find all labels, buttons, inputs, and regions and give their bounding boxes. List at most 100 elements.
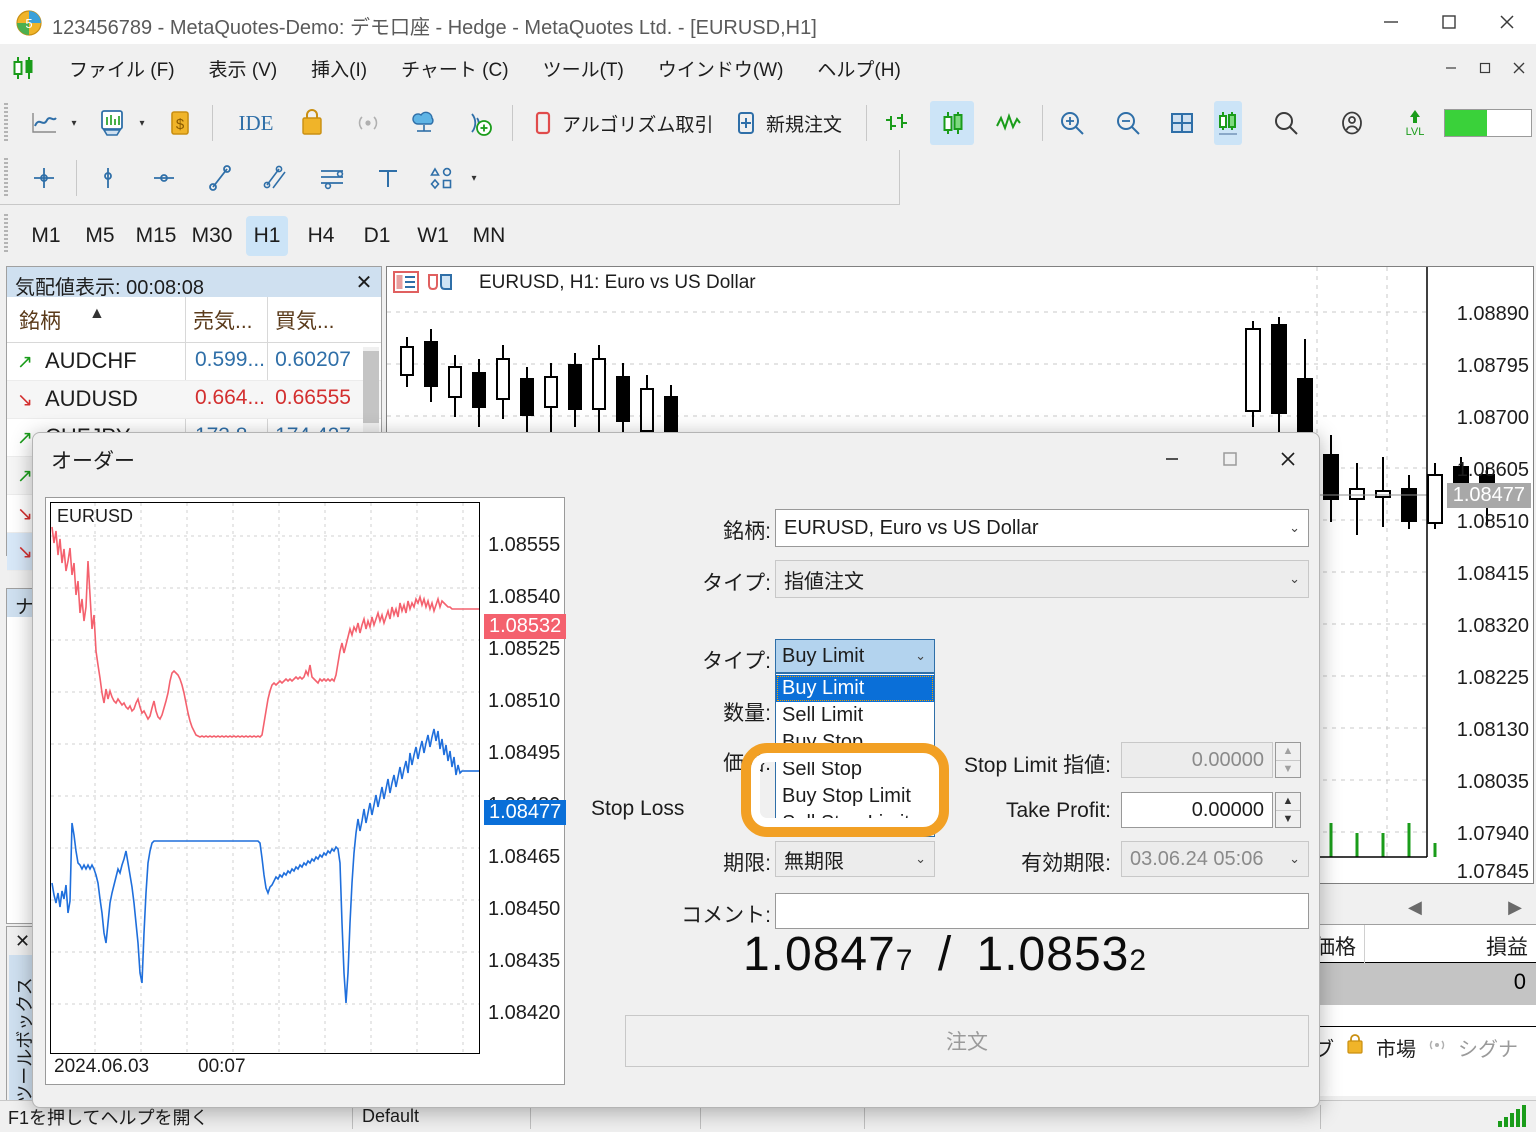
candlestick-chart-icon[interactable]: [930, 101, 974, 145]
tick-chart-canvas[interactable]: EURUSD: [50, 502, 480, 1054]
tick-price-tick: 1.08540: [488, 586, 561, 608]
toolbar-grip[interactable]: [4, 103, 8, 141]
level-indicator-icon[interactable]: LVL: [1392, 101, 1438, 145]
signals-broadcast-icon[interactable]: [346, 101, 390, 145]
vertical-line-icon[interactable]: [86, 156, 130, 200]
drawing-toolbar-grip[interactable]: [4, 158, 8, 196]
type-option-buy-limit[interactable]: Buy Limit: [776, 675, 934, 702]
ordertype-select[interactable]: 指値注文 ⌄: [775, 560, 1309, 598]
order-dialog[interactable]: オーダー EURUSD 1.08555 1.08540 1.08532 1.08…: [32, 432, 1320, 1108]
menu-help[interactable]: ヘルプ(H): [800, 51, 917, 86]
terminal-row[interactable]: 0: [1308, 963, 1536, 1005]
terminal-column-price[interactable]: 価格: [1314, 931, 1356, 961]
order-dialog-minimize-button[interactable]: [1143, 433, 1201, 485]
timeframe-mn[interactable]: MN: [466, 216, 512, 256]
timeframe-h1[interactable]: H1: [246, 216, 288, 256]
takeprofit-input[interactable]: 0.00000: [1121, 792, 1273, 828]
comment-input[interactable]: [775, 893, 1309, 929]
data-window-icon[interactable]: [393, 270, 419, 298]
algo-trading-button[interactable]: アルゴリズム取引: [524, 101, 721, 145]
scroll-left-icon[interactable]: ◀: [1408, 897, 1422, 918]
menu-tools[interactable]: ツール(T): [526, 51, 641, 86]
timeframe-m15[interactable]: M15: [130, 216, 182, 256]
timeframe-w1[interactable]: W1: [412, 216, 454, 256]
line-chart-icon[interactable]: [22, 101, 66, 145]
mdi-close-button[interactable]: [1502, 44, 1536, 92]
terminal-column-profit[interactable]: 損益: [1486, 931, 1528, 961]
menu-file[interactable]: ファイル (F): [52, 51, 192, 86]
type-option-sell-limit[interactable]: Sell Limit: [776, 702, 934, 729]
mdi-restore-button[interactable]: [1468, 44, 1502, 92]
type-select[interactable]: Buy Limit ⌄: [775, 639, 935, 673]
chart-template-icon[interactable]: [90, 101, 134, 145]
menu-chart[interactable]: チャート (C): [384, 51, 525, 86]
column-bid[interactable]: 売気...: [193, 305, 253, 335]
line-chart-mode-icon[interactable]: [986, 101, 1030, 145]
account-icon[interactable]: [1330, 101, 1374, 145]
timeframe-d1[interactable]: D1: [356, 216, 398, 256]
symbol-select[interactable]: EURUSD, Euro vs US Dollar ⌄: [775, 509, 1309, 547]
market-watch-close-button[interactable]: ✕: [353, 270, 375, 295]
currency-dollar-icon[interactable]: $: [158, 101, 202, 145]
equidistant-channel-icon[interactable]: [254, 156, 298, 200]
shapes-dropdown-caret[interactable]: ▾: [466, 170, 482, 186]
tick-chart-panel[interactable]: EURUSD 1.08555 1.08540 1.08532 1.08525 1…: [45, 497, 567, 1085]
stoplimit-stepper[interactable]: ▲ ▼: [1275, 742, 1301, 778]
stepper-down-icon[interactable]: ▼: [1276, 811, 1300, 828]
toolbox-close-button[interactable]: ✕: [15, 931, 30, 952]
window-close-button[interactable]: [1478, 0, 1536, 44]
stepper-up-icon[interactable]: ▲: [1276, 743, 1300, 761]
market-bag-icon[interactable]: [290, 101, 334, 145]
timeframe-h4[interactable]: H4: [300, 216, 342, 256]
window-maximize-button[interactable]: [1420, 0, 1478, 44]
trendline-icon[interactable]: [198, 156, 242, 200]
menu-window[interactable]: ウインドウ(W): [641, 51, 801, 86]
one-click-trading-icon[interactable]: [427, 271, 455, 298]
timeframe-grip[interactable]: [4, 214, 8, 252]
zoom-out-icon[interactable]: [1106, 101, 1150, 145]
timeframe-m1[interactable]: M1: [24, 216, 68, 256]
window-minimize-button[interactable]: [1362, 0, 1420, 44]
stepper-up-icon[interactable]: ▲: [1276, 793, 1300, 811]
order-dialog-maximize-button[interactable]: [1201, 433, 1259, 485]
column-symbol[interactable]: 銘柄: [19, 305, 61, 335]
chart-horizontal-scrollbar[interactable]: ◀ ▶: [1400, 890, 1530, 924]
column-ask[interactable]: 買気...: [275, 305, 335, 335]
scroll-right-icon[interactable]: ▶: [1508, 897, 1522, 918]
takeprofit-stepper[interactable]: ▲ ▼: [1275, 792, 1301, 828]
crosshair-icon[interactable]: [22, 156, 66, 200]
submit-order-button[interactable]: 注文: [625, 1015, 1309, 1067]
chart-price-axis[interactable]: 1.08890 1.08795 1.08700 1.08605 1.08510 …: [1429, 267, 1533, 883]
chart-template-dropdown-caret[interactable]: ▾: [134, 115, 150, 131]
order-dialog-close-button[interactable]: [1259, 433, 1317, 485]
mdi-minimize-button[interactable]: [1434, 44, 1468, 92]
zoom-in-icon[interactable]: [1050, 101, 1094, 145]
ide-button[interactable]: IDE: [228, 101, 284, 145]
horizontal-line-icon[interactable]: [142, 156, 186, 200]
timeframe-m5[interactable]: M5: [78, 216, 122, 256]
stepper-down-icon[interactable]: ▼: [1276, 761, 1300, 778]
search-icon[interactable]: [1264, 101, 1308, 145]
table-row[interactable]: ↗ AUDCHF 0.599... 0.60207: [7, 343, 381, 381]
shapes-icon[interactable]: [420, 156, 464, 200]
menu-view[interactable]: 表示 (V): [192, 51, 295, 86]
terminal-tab-market[interactable]: 市場: [1376, 1033, 1416, 1062]
add-signal-icon[interactable]: [458, 101, 502, 145]
tile-windows-icon[interactable]: [1160, 101, 1204, 145]
trend-down-icon: ↘: [17, 390, 33, 411]
autoscroll-candles-icon[interactable]: [1214, 101, 1242, 145]
terminal-tab-signals[interactable]: シグナ: [1458, 1033, 1518, 1062]
timeframe-m30[interactable]: M30: [186, 216, 238, 256]
new-order-button[interactable]: 新規注文: [726, 101, 850, 145]
vps-cloud-icon[interactable]: [402, 101, 446, 145]
fibonacci-icon[interactable]: [310, 156, 354, 200]
table-row[interactable]: ↘ AUDUSD 0.664... 0.66555: [7, 381, 381, 419]
tick-price-tick: 1.08450: [488, 898, 561, 920]
text-tool-icon[interactable]: [366, 156, 410, 200]
line-chart-dropdown-caret[interactable]: ▾: [66, 115, 82, 131]
bar-chart-icon[interactable]: [874, 101, 918, 145]
menu-insert[interactable]: 挿入(I): [294, 51, 384, 86]
stoplimit-input[interactable]: 0.00000: [1121, 742, 1273, 778]
market-watch-scroll-thumb[interactable]: [363, 351, 379, 423]
validuntil-input[interactable]: 03.06.24 05:06 ⌄: [1121, 841, 1309, 877]
